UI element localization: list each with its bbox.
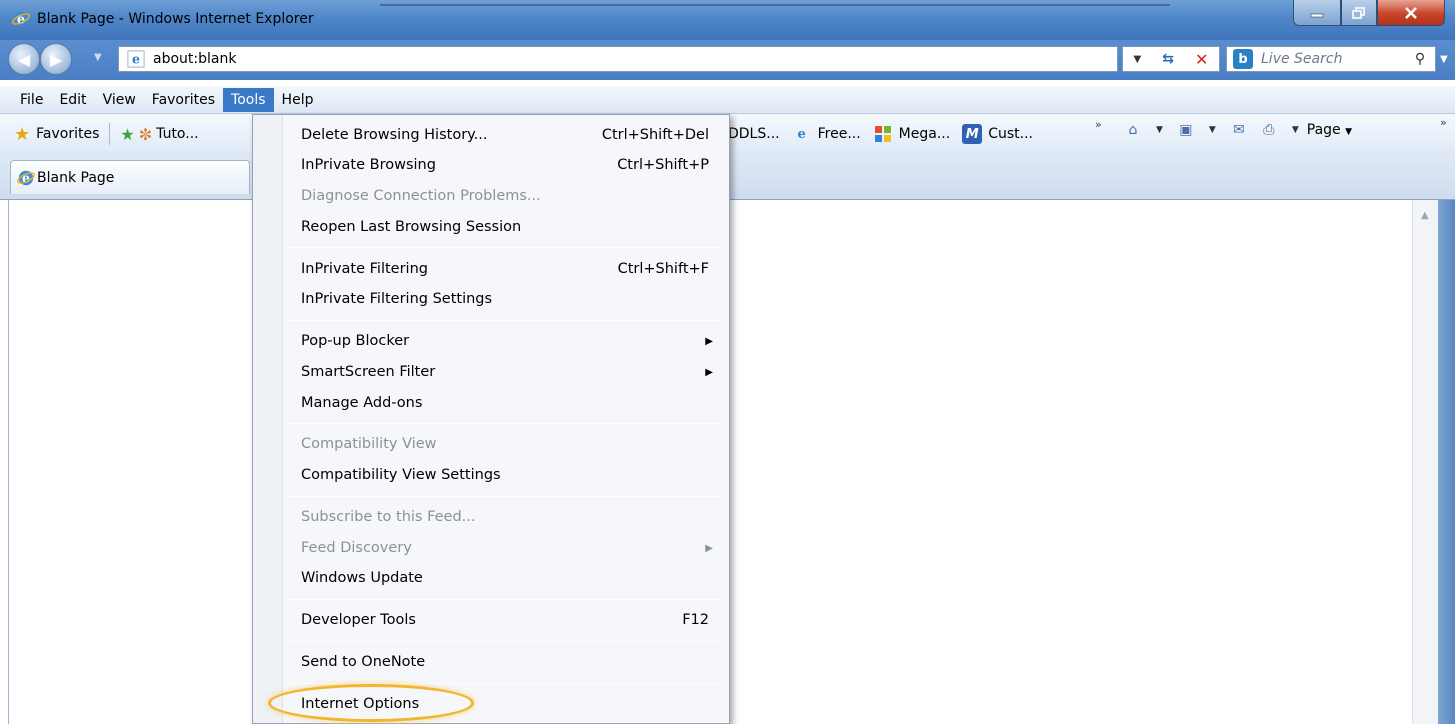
favorites-links-right: DDLS... e Free... Mega... M Cust... xyxy=(728,114,1045,154)
menu-item-inprivate-filtering-settings[interactable]: InPrivate Filtering Settings xyxy=(301,286,713,312)
favorites-label: Favorites xyxy=(36,126,100,142)
favorite-link[interactable]: Tuto... xyxy=(156,126,198,142)
minimize-button[interactable] xyxy=(1293,0,1341,26)
more-commands-chevron-icon[interactable]: » xyxy=(1440,116,1447,129)
m-logo-icon: M xyxy=(962,124,983,144)
home-icon[interactable]: ⌂ xyxy=(1122,122,1144,138)
tab-label: Blank Page xyxy=(37,169,115,186)
window-frame-right xyxy=(1438,200,1455,724)
favorite-link[interactable]: DDLS... xyxy=(728,126,780,142)
internet-options-highlight xyxy=(268,684,474,722)
menu-item-feed-discovery: Feed Discovery ▶ xyxy=(301,540,713,556)
close-button[interactable] xyxy=(1377,0,1445,26)
menu-item-manage-addons[interactable]: Manage Add-ons xyxy=(301,390,713,416)
menu-item-inprivate-browsing[interactable]: InPrivate Browsing Ctrl+Shift+P xyxy=(301,152,713,178)
windows-flag-icon xyxy=(873,124,893,144)
menu-favorites[interactable]: Favorites xyxy=(144,88,223,112)
menu-item-delete-browsing-history[interactable]: Delete Browsing History... Ctrl+Shift+De… xyxy=(301,122,713,148)
print-dropdown-icon[interactable]: ▼ xyxy=(1292,125,1299,135)
address-bar[interactable]: e about:blank xyxy=(118,46,1118,72)
star-icon: ★ xyxy=(14,123,31,145)
search-options-dropdown[interactable]: ▼ xyxy=(1440,54,1448,65)
menu-separator xyxy=(289,320,721,321)
menu-separator xyxy=(289,496,721,497)
maximize-button[interactable] xyxy=(1341,0,1377,26)
arrow-right-icon: ▶ xyxy=(49,49,63,69)
search-input[interactable]: Live Search xyxy=(1261,51,1405,67)
scroll-up-icon[interactable]: ▲ xyxy=(1421,210,1429,221)
title-bar: e Blank Page - Windows Internet Explorer xyxy=(0,0,1455,40)
address-dropdown-icon[interactable]: ▼ xyxy=(1134,54,1142,65)
stop-icon[interactable]: ✕ xyxy=(1195,50,1208,69)
page-menu-button[interactable]: Page ▼ xyxy=(1307,122,1352,138)
address-row: ◀ ▶ ▼ e about:blank ▼ ⇆ ✕ b Live Search … xyxy=(0,40,1455,80)
submenu-arrow-icon: ▶ xyxy=(705,366,713,378)
more-favorites-chevron-icon[interactable]: » xyxy=(1095,118,1102,131)
menu-item-diagnose-connection: Diagnose Connection Problems... xyxy=(301,188,541,204)
refresh-icon[interactable]: ⇆ xyxy=(1162,51,1174,67)
menu-separator xyxy=(289,641,721,642)
tab-blank-page[interactable]: e Blank Page xyxy=(10,160,250,194)
chevron-down-icon: ▼ xyxy=(1345,127,1353,137)
submenu-arrow-icon: ▶ xyxy=(705,335,713,347)
search-icon[interactable]: ⚲ xyxy=(1405,51,1435,67)
ie-logo-icon: e xyxy=(12,12,30,27)
command-bar: ⌂ ▼ ▣ ▼ ✉ ⎙ ▼ Page ▼ xyxy=(1118,122,1353,138)
menu-bar: File Edit View Favorites Tools Help xyxy=(0,86,1455,114)
menu-item-smartscreen-filter[interactable]: SmartScreen Filter ▶ xyxy=(301,359,713,385)
home-dropdown-icon[interactable]: ▼ xyxy=(1156,125,1163,135)
menu-separator xyxy=(289,423,721,424)
recent-pages-dropdown[interactable]: ▼ xyxy=(94,52,102,63)
menu-item-compatibility-view: Compatibility View xyxy=(301,436,437,452)
menu-view[interactable]: View xyxy=(95,88,144,112)
menu-edit[interactable]: Edit xyxy=(51,88,94,112)
forward-button[interactable]: ▶ xyxy=(40,43,72,75)
menu-gutter xyxy=(253,115,283,723)
tools-menu: Delete Browsing History... Ctrl+Shift+De… xyxy=(252,114,730,724)
menu-item-inprivate-filtering[interactable]: InPrivate Filtering Ctrl+Shift+F xyxy=(301,256,713,282)
menu-tools[interactable]: Tools xyxy=(223,87,274,112)
separator xyxy=(109,123,111,145)
svg-text:e: e xyxy=(132,52,140,67)
favorite-link[interactable]: Mega... xyxy=(873,124,950,144)
vertical-scrollbar[interactable]: ▲ xyxy=(1412,200,1438,724)
ie-tab-icon: e xyxy=(17,170,35,185)
back-button[interactable]: ◀ xyxy=(8,43,40,75)
print-icon[interactable]: ⎙ xyxy=(1258,122,1280,138)
favorite-link[interactable]: M Cust... xyxy=(962,124,1033,144)
restore-icon xyxy=(1352,6,1365,19)
ie-page-icon: e xyxy=(797,126,806,142)
title-decoration xyxy=(380,4,1170,10)
minimize-icon xyxy=(1310,13,1324,17)
window-title: Blank Page - Windows Internet Explorer xyxy=(37,11,314,27)
feeds-icon[interactable]: ▣ xyxy=(1175,122,1197,138)
menu-file[interactable]: File xyxy=(12,88,51,112)
submenu-arrow-icon: ▶ xyxy=(705,542,713,554)
mail-icon[interactable]: ✉ xyxy=(1228,122,1250,138)
close-icon xyxy=(1405,6,1417,19)
menu-separator xyxy=(289,247,721,248)
address-tools: ▼ ⇆ ✕ xyxy=(1122,46,1220,72)
menu-item-popup-blocker[interactable]: Pop-up Blocker ▶ xyxy=(301,328,713,354)
menu-help[interactable]: Help xyxy=(274,88,322,112)
arrow-left-icon: ◀ xyxy=(17,49,31,69)
address-input[interactable]: about:blank xyxy=(153,51,236,67)
menu-item-send-to-onenote[interactable]: Send to OneNote xyxy=(301,649,713,675)
menu-item-compatibility-view-settings[interactable]: Compatibility View Settings xyxy=(301,462,713,488)
bing-logo-icon: b xyxy=(1233,49,1253,69)
feeds-dropdown-icon[interactable]: ▼ xyxy=(1209,125,1216,135)
add-favorite-icon[interactable]: ★ xyxy=(120,125,134,144)
ie-page-icon: e xyxy=(127,50,145,68)
menu-item-subscribe-feed: Subscribe to this Feed... xyxy=(301,509,476,525)
favorites-button[interactable]: ★ Favorites xyxy=(0,124,99,145)
search-box[interactable]: b Live Search ⚲ xyxy=(1226,46,1436,72)
window-controls xyxy=(1293,0,1445,28)
favorite-link[interactable]: e Free... xyxy=(792,124,860,144)
suggested-sites-icon: ✼ xyxy=(138,124,153,144)
menu-separator xyxy=(289,599,721,600)
menu-item-windows-update[interactable]: Windows Update xyxy=(301,565,713,591)
menu-item-reopen-last-session[interactable]: Reopen Last Browsing Session xyxy=(301,214,713,240)
menu-item-developer-tools[interactable]: Developer Tools F12 xyxy=(301,607,713,633)
